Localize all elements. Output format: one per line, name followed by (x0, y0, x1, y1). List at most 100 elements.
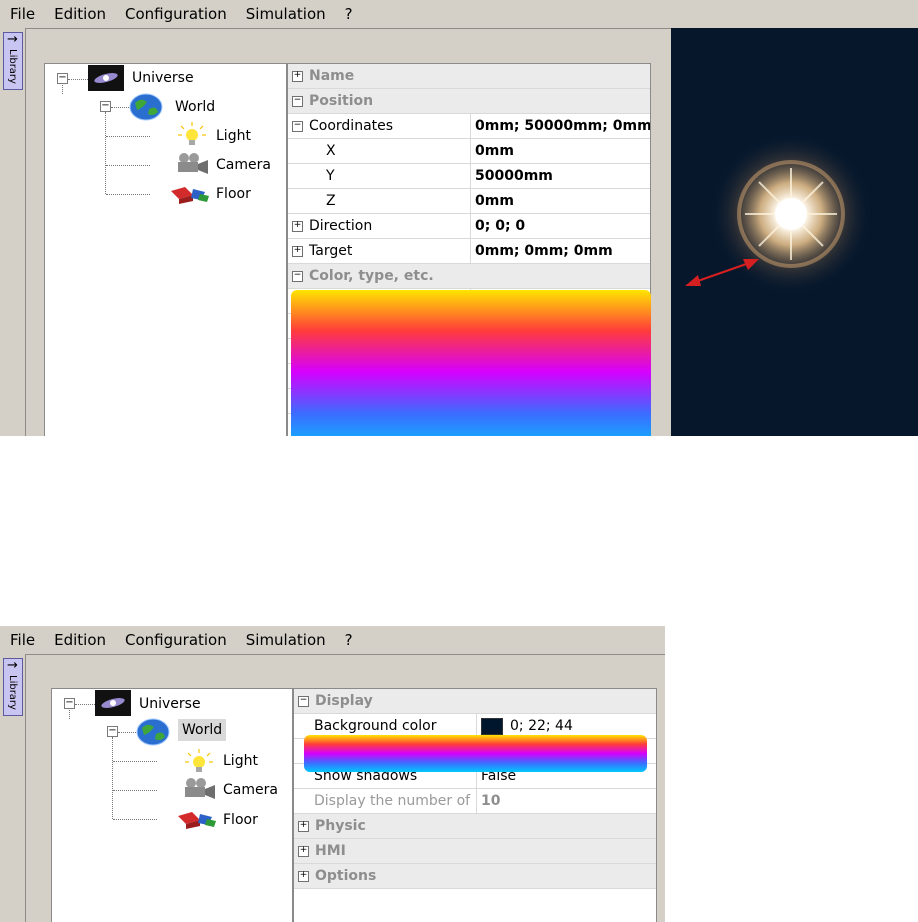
prop-power-value[interactable]: 0 (470, 314, 484, 338)
tree-item-floor[interactable]: Floor (216, 186, 251, 202)
prop-ambient-light[interactable]: Ambient light 128; 128; 128 (294, 739, 656, 764)
prop-radius[interactable]: Radius 100000mm (288, 339, 650, 364)
collapse-world-toggle[interactable]: − (107, 726, 118, 737)
scene-tree[interactable]: − Universe − World Light Camera Floor (51, 688, 293, 922)
collapse-world-toggle[interactable]: − (100, 101, 111, 112)
library-label: Library (7, 675, 18, 710)
expand-icon[interactable]: + (292, 70, 303, 82)
camera-icon (172, 151, 210, 181)
prop-target-value[interactable]: 0mm; 0mm; 0mm (470, 239, 613, 263)
tree-item-world[interactable]: World (178, 719, 227, 741)
prop-power[interactable]: Power 0 (288, 314, 650, 339)
menu-simulation[interactable]: Simulation (246, 631, 326, 649)
prop-show-shadows-value[interactable]: False (476, 764, 516, 788)
scene-viewport[interactable] (671, 28, 918, 436)
color-swatch[interactable] (481, 742, 503, 760)
menu-help[interactable]: ? (345, 631, 353, 649)
prop-hide-light-value[interactable]: False (470, 364, 510, 388)
tree-item-universe[interactable]: Universe (132, 70, 194, 86)
prop-background-color-value[interactable]: 0; 22; 44 (476, 714, 573, 738)
tree-item-floor[interactable]: Floor (223, 812, 258, 828)
prop-y-value[interactable]: 50000mm (470, 164, 553, 188)
menu-help[interactable]: ? (345, 5, 353, 23)
lightbulb-icon (175, 120, 209, 152)
prop-z-value[interactable]: 0mm (470, 189, 514, 213)
menu-bar: File Edition Configuration Simulation ? (0, 0, 918, 28)
scene-tree[interactable]: − Universe − World Light Camera Floor (44, 63, 287, 436)
prop-direction[interactable]: + Direction 0; 0; 0 (288, 214, 650, 239)
galaxy-icon (95, 690, 131, 720)
category-color-type[interactable]: − Color, type, etc. (288, 264, 650, 289)
floor-blocks-icon (174, 808, 218, 834)
prop-type[interactable]: Type Point (288, 414, 650, 436)
prop-hide-light[interactable]: Hide light False (288, 364, 650, 389)
library-label: Library (7, 49, 18, 84)
prop-halo-size[interactable]: Light halo size 100mm (288, 389, 650, 414)
properties-grid[interactable]: + Name − Position − Coordinates 0mm; 50000m… (287, 63, 651, 436)
tree-item-universe[interactable]: Universe (139, 696, 201, 712)
collapse-universe-toggle[interactable]: − (57, 73, 68, 84)
color-swatch[interactable] (475, 292, 497, 310)
library-tab[interactable]: → Library (3, 658, 23, 716)
camera-icon (179, 776, 217, 806)
category-display[interactable]: − Display (294, 689, 656, 714)
top-screenshot: File Edition Configuration Simulation ? … (0, 0, 918, 436)
globe-icon (136, 718, 170, 750)
double-arrow-icon (685, 259, 759, 286)
prop-y[interactable]: Y 50000mm (288, 164, 650, 189)
prop-type-value[interactable]: Point (470, 414, 510, 436)
tree-item-camera[interactable]: Camera (216, 157, 271, 173)
color-swatch[interactable] (481, 717, 503, 735)
prop-halo-size-value[interactable]: 100mm (470, 389, 529, 413)
collapse-icon[interactable]: − (292, 95, 303, 107)
prop-display-number[interactable]: Display the number of 10 (294, 789, 656, 814)
prop-show-shadows[interactable]: Show shadows False (294, 764, 656, 789)
category-options[interactable]: + Options (294, 864, 656, 889)
bottom-screenshot: File Edition Configuration Simulation ? … (0, 626, 665, 922)
tree-item-world[interactable]: World (175, 99, 215, 115)
prop-z[interactable]: Z 0mm (288, 189, 650, 214)
floor-blocks-icon (167, 183, 211, 209)
category-name[interactable]: + Name (288, 64, 650, 89)
menu-edition[interactable]: Edition (54, 631, 106, 649)
tree-item-light[interactable]: Light (216, 128, 251, 144)
tree-item-light[interactable]: Light (223, 753, 258, 769)
menu-file[interactable]: File (10, 5, 35, 23)
prop-coordinates[interactable]: − Coordinates 0mm; 50000mm; 0mm (288, 114, 650, 139)
menu-file[interactable]: File (10, 631, 35, 649)
collapse-icon[interactable]: − (292, 270, 303, 282)
arrow-right-icon: → (7, 658, 18, 673)
expand-icon[interactable]: + (298, 870, 309, 882)
prop-ambient-light-value[interactable]: 128; 128; 128 (476, 739, 609, 763)
lightbulb-icon (182, 747, 216, 779)
prop-display-number-value[interactable]: 10 (476, 789, 500, 813)
prop-direction-value[interactable]: 0; 0; 0 (470, 214, 525, 238)
menu-bar: File Edition Configuration Simulation ? (0, 626, 665, 654)
menu-configuration[interactable]: Configuration (125, 5, 227, 23)
prop-color-value[interactable]: 255; 255; 255 (470, 289, 603, 313)
expand-icon[interactable]: + (292, 245, 303, 257)
collapse-icon[interactable]: − (292, 120, 303, 132)
tree-item-camera[interactable]: Camera (223, 782, 278, 798)
prop-radius-value[interactable]: 100000mm (470, 339, 556, 363)
prop-color[interactable]: Color 255; 255; 255 (288, 289, 650, 314)
category-position[interactable]: − Position (288, 89, 650, 114)
properties-grid[interactable]: − Display Background color 0; 22; 44 Ambi… (293, 688, 657, 922)
menu-configuration[interactable]: Configuration (125, 631, 227, 649)
prop-x[interactable]: X 0mm (288, 139, 650, 164)
prop-coordinates-value[interactable]: 0mm; 50000mm; 0mm (470, 114, 650, 138)
collapse-universe-toggle[interactable]: − (64, 698, 75, 709)
category-physic[interactable]: + Physic (294, 814, 656, 839)
library-tab[interactable]: → Library (3, 32, 23, 90)
menu-simulation[interactable]: Simulation (246, 5, 326, 23)
category-hmi[interactable]: + HMI (294, 839, 656, 864)
collapse-icon[interactable]: − (298, 695, 309, 707)
prop-background-color[interactable]: Background color 0; 22; 44 (294, 714, 656, 739)
prop-x-value[interactable]: 0mm (470, 139, 514, 163)
expand-icon[interactable]: + (298, 845, 309, 857)
light-glow-icon (709, 132, 873, 296)
prop-target[interactable]: + Target 0mm; 0mm; 0mm (288, 239, 650, 264)
expand-icon[interactable]: + (292, 220, 303, 232)
menu-edition[interactable]: Edition (54, 5, 106, 23)
expand-icon[interactable]: + (298, 820, 309, 832)
